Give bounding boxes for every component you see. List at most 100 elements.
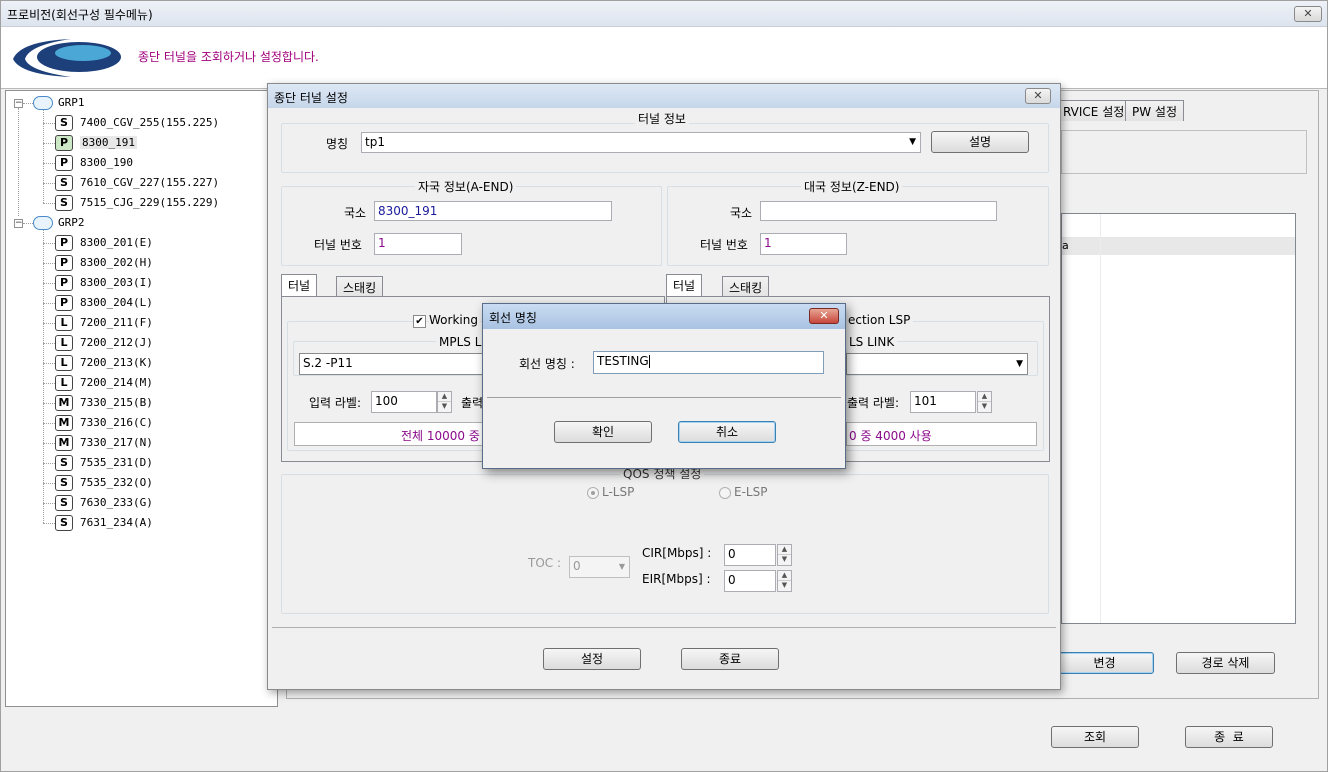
protection-out-label-spinner[interactable]: ▲ ▼	[977, 391, 992, 413]
tree-node-label[interactable]: 7630_233(G)	[80, 496, 153, 509]
tree-node-label[interactable]: 7330_215(B)	[80, 396, 153, 409]
a-end-tunnel-no-field[interactable]: 1	[374, 233, 462, 255]
path-list-row[interactable]: a	[1062, 238, 1295, 255]
a-end-office-value: 8300_191	[378, 204, 438, 218]
set-button[interactable]: 설정	[543, 648, 641, 670]
query-button[interactable]: 조회	[1051, 726, 1139, 748]
circuit-name-field[interactable]: TESTING	[593, 351, 824, 374]
a-end-group	[281, 186, 662, 266]
describe-button[interactable]: 설명	[931, 131, 1029, 153]
main-close-button[interactable]: ✕	[1294, 6, 1322, 22]
tree-group-label[interactable]: GRP2	[58, 216, 85, 229]
circuit-dialog-title-bar[interactable]: 회선 명칭 ✕	[483, 304, 845, 329]
tunnel-name-value: tp1	[365, 135, 385, 149]
tree-node-label[interactable]: 7400_CGV_255(155.225)	[80, 116, 219, 129]
tab-service-settings[interactable]: RVICE 설정	[1056, 100, 1131, 121]
spin-down-icon[interactable]: ▼	[978, 402, 991, 412]
spin-down-icon[interactable]: ▼	[778, 581, 791, 591]
spin-up-icon[interactable]: ▲	[778, 545, 791, 555]
working-link-select[interactable]: S.2 -P11	[299, 353, 485, 375]
tree-node-label[interactable]: 8300_201(E)	[80, 236, 153, 249]
tree-group-label[interactable]: GRP1	[58, 96, 85, 109]
cancel-button[interactable]: 취소	[678, 421, 776, 443]
tab-right-tunnel[interactable]: 터널	[666, 274, 703, 297]
delete-path-button[interactable]: 경로 삭제	[1176, 652, 1275, 674]
tunnel-dialog-title-bar[interactable]: 종단 터널 설정 ✕	[268, 84, 1060, 108]
eir-field[interactable]: 0	[724, 570, 776, 592]
spin-down-icon[interactable]: ▼	[778, 555, 791, 565]
tree-node-label[interactable]: 8300_204(L)	[80, 296, 153, 309]
check-icon: ✔	[415, 316, 424, 327]
close-icon: ✕	[1303, 7, 1313, 20]
tree-node-label[interactable]: 7631_234(A)	[80, 516, 153, 529]
tree-node-label[interactable]: 7610_CGV_227(155.227)	[80, 176, 219, 189]
device-p-icon: P	[55, 235, 73, 251]
tree-node-label[interactable]: 7200_211(F)	[80, 316, 153, 329]
working-usage-text: 전체 10000 중	[401, 429, 480, 443]
tab-service-label: RVICE 설정	[1063, 105, 1125, 119]
protection-link-select[interactable]: ▼	[846, 353, 1028, 375]
a-end-tunnel-no-value: 1	[378, 236, 386, 250]
device-s-icon: S	[55, 475, 73, 491]
working-in-label-field[interactable]: 100	[371, 391, 437, 413]
tree-node-label[interactable]: 8300_190	[80, 156, 133, 169]
tunnel-dialog-title: 종단 터널 설정	[274, 91, 348, 105]
tree-node-label[interactable]: 7200_214(M)	[80, 376, 153, 389]
working-in-label-spinner[interactable]: ▲ ▼	[437, 391, 452, 413]
tab-right-stacking[interactable]: 스태킹	[722, 276, 770, 297]
collapse-toggle[interactable]: −	[14, 219, 23, 228]
toc-value: 0	[573, 559, 581, 573]
tree-node-label[interactable]: 8300_191	[80, 136, 137, 149]
cancel-button-label: 취소	[715, 425, 739, 439]
tab-pw-settings[interactable]: PW 설정	[1125, 100, 1184, 121]
close-button[interactable]: 종료	[681, 648, 779, 670]
device-tree[interactable]: − GRP1 S 7400_CGV_255(155.225) P 8300_191 P 830…	[5, 90, 278, 707]
eir-spinner[interactable]: ▲ ▼	[777, 570, 792, 592]
main-title-bar[interactable]: 프로비전(회선구성 필수메뉴) ✕	[1, 1, 1327, 27]
ok-button[interactable]: 확인	[554, 421, 652, 443]
tree-node-label[interactable]: 8300_203(I)	[80, 276, 153, 289]
z-end-tunnel-no-field[interactable]: 1	[760, 233, 847, 255]
a-end-office-field[interactable]: 8300_191	[374, 201, 612, 221]
tree-node-label[interactable]: 7515_CJG_229(155.229)	[80, 196, 219, 209]
z-end-office-field[interactable]	[760, 201, 997, 221]
tree-node-label[interactable]: 7200_213(K)	[80, 356, 153, 369]
tree-node-label[interactable]: 7200_212(J)	[80, 336, 153, 349]
banner-text: 종단 터널을 조회하거나 설정합니다.	[138, 50, 319, 64]
exit-button[interactable]: 종 료	[1185, 726, 1273, 748]
z-end-tunnel-no-value: 1	[764, 236, 772, 250]
spin-up-icon[interactable]: ▲	[778, 571, 791, 581]
working-checkbox[interactable]: ✔	[413, 315, 426, 328]
exit-button-label: 종 료	[1214, 730, 1244, 744]
tree-node-label[interactable]: 7535_232(O)	[80, 476, 153, 489]
l-lsp-radio[interactable]	[587, 487, 599, 499]
close-icon: ✕	[1033, 89, 1043, 102]
working-mpls-legend: MPLS L	[436, 335, 485, 349]
spin-up-icon[interactable]: ▲	[978, 392, 991, 402]
tree-node-label[interactable]: 7535_231(D)	[80, 456, 153, 469]
chevron-down-icon: ▼	[909, 137, 916, 147]
e-lsp-radio[interactable]	[719, 487, 731, 499]
tunnel-name-select[interactable]: tp1 ▼	[361, 132, 921, 153]
device-l-icon: L	[55, 335, 73, 351]
device-l-icon: L	[55, 375, 73, 391]
text-cursor	[648, 355, 650, 368]
tab-left-tunnel[interactable]: 터널	[281, 274, 318, 297]
tree-node-label[interactable]: 7330_216(C)	[80, 416, 153, 429]
change-button-label: 변경	[1093, 656, 1116, 670]
tunnel-dialog-close-button[interactable]: ✕	[1025, 88, 1051, 104]
collapse-toggle[interactable]: −	[14, 99, 23, 108]
tree-node-label[interactable]: 8300_202(H)	[80, 256, 153, 269]
path-list[interactable]: a	[1061, 213, 1296, 624]
device-l-icon: L	[55, 315, 73, 331]
spin-down-icon[interactable]: ▼	[438, 402, 451, 412]
spin-up-icon[interactable]: ▲	[438, 392, 451, 402]
toc-select[interactable]: 0 ▼	[569, 556, 630, 578]
cir-spinner[interactable]: ▲ ▼	[777, 544, 792, 566]
circuit-dialog-close-button[interactable]: ✕	[809, 308, 839, 324]
tab-left-stacking[interactable]: 스태킹	[336, 276, 384, 297]
change-button[interactable]: 변경	[1055, 652, 1154, 674]
protection-out-label-field[interactable]: 101	[910, 391, 976, 413]
tree-node-label[interactable]: 7330_217(N)	[80, 436, 153, 449]
cir-field[interactable]: 0	[724, 544, 776, 566]
